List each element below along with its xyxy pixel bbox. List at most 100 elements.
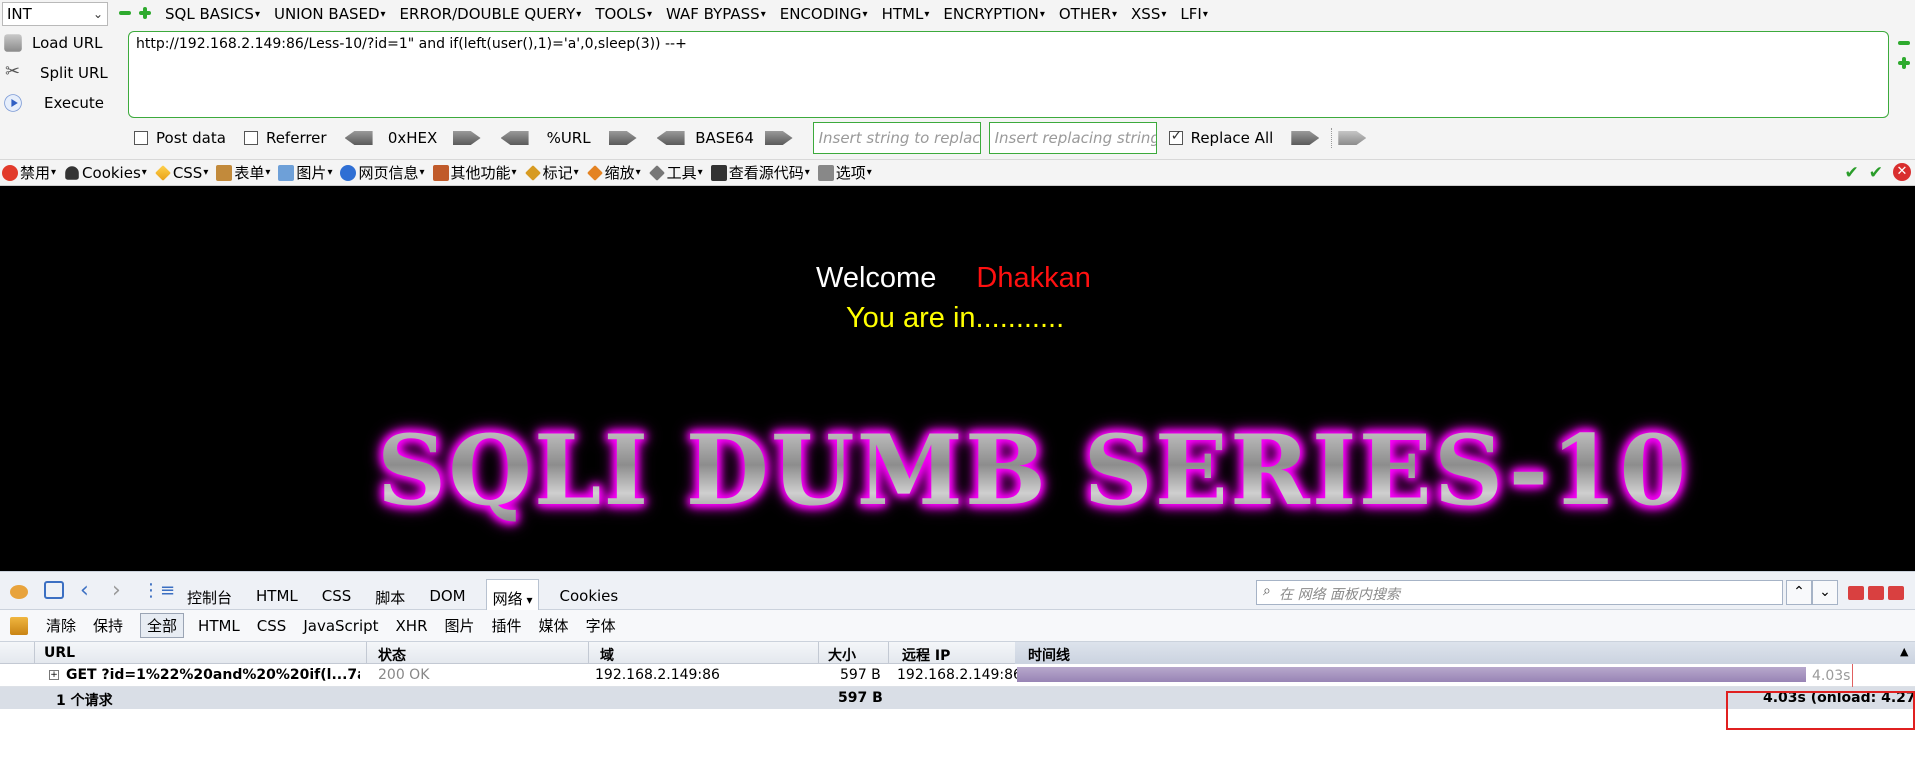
replace-all-checkbox[interactable]: [1168, 128, 1183, 145]
minus-icon[interactable]: [1897, 36, 1911, 50]
filter-xhr[interactable]: XHR: [396, 617, 428, 635]
url-textarea[interactable]: http://192.168.2.149:86/Less-10/?id=1" a…: [128, 31, 1889, 118]
wd-images-menu[interactable]: 图片: [278, 162, 332, 183]
wd-css-menu[interactable]: CSS: [154, 163, 209, 182]
col-url-header[interactable]: URL: [44, 645, 75, 661]
post-data-checkbox[interactable]: [134, 131, 148, 145]
filter-html[interactable]: HTML: [198, 617, 240, 635]
wd-forms-menu[interactable]: 表单: [216, 162, 270, 183]
filter-plugins[interactable]: 插件: [492, 615, 522, 636]
url-decode-arrow-icon[interactable]: [500, 131, 529, 145]
plus-icon[interactable]: [1897, 56, 1911, 70]
persist-button[interactable]: 保持: [93, 615, 123, 636]
menu-error-double-query[interactable]: ERROR/DOUBLE QUERY: [400, 5, 582, 23]
tools-icon: [648, 164, 665, 181]
wd-info-label: 网页信息: [358, 164, 419, 182]
hex-encode-arrow-icon[interactable]: [452, 131, 481, 145]
base64-encode-arrow-icon[interactable]: [764, 131, 793, 145]
load-url-button[interactable]: Load URL: [0, 28, 120, 58]
wd-resize-menu[interactable]: 缩放: [586, 162, 641, 183]
css-valid-check-icon[interactable]: ✔: [1845, 163, 1859, 183]
type-select[interactable]: INT ⌄: [2, 2, 108, 26]
wd-outline-menu[interactable]: 标记: [524, 162, 579, 183]
post-data-label: Post data: [156, 129, 226, 147]
expand-icon[interactable]: +: [49, 670, 59, 680]
wd-disable-menu[interactable]: 禁用: [2, 162, 56, 183]
table-row[interactable]: + GET ?id=1%22%20and%20%20if(l...7a( 200…: [0, 664, 1915, 687]
menu-waf-bypass[interactable]: WAF BYPASS: [666, 5, 766, 23]
replacing-string-input[interactable]: Insert replacing string: [988, 122, 1157, 154]
cookie-icon: [65, 165, 79, 180]
menu-html[interactable]: HTML: [882, 5, 930, 23]
minimize-icon[interactable]: [1848, 586, 1864, 600]
minus-icon[interactable]: [118, 6, 132, 20]
inspect-icon[interactable]: [44, 581, 64, 599]
close-icon[interactable]: [1888, 586, 1904, 600]
wd-view-source-menu[interactable]: 查看源代码: [710, 162, 810, 183]
menu-encryption[interactable]: ENCRYPTION: [943, 5, 1045, 23]
referrer-option[interactable]: Referrer: [243, 129, 327, 147]
wd-view-source-label: 查看源代码: [728, 164, 804, 182]
url-encode-arrow-icon[interactable]: [608, 131, 637, 145]
replace-string-input[interactable]: Insert string to replace: [812, 122, 981, 154]
filter-all[interactable]: 全部: [140, 613, 185, 638]
hex-label: 0xHEX: [387, 129, 438, 147]
wd-options-menu[interactable]: 选项: [817, 162, 872, 183]
replace-back-arrow-icon[interactable]: [1338, 131, 1367, 145]
error-close-icon[interactable]: ✕: [1893, 163, 1911, 181]
welcome-line: Welcome Dhakkan: [816, 262, 1091, 295]
wd-tools-menu[interactable]: 工具: [648, 162, 703, 183]
search-prev-button[interactable]: ⌃: [1786, 580, 1812, 605]
wd-css-label: CSS: [172, 163, 203, 182]
onload-marker: [1852, 664, 1853, 687]
replace-arrow-icon[interactable]: [1291, 131, 1320, 145]
detach-icon[interactable]: [1868, 586, 1884, 600]
xhr-icon[interactable]: [10, 616, 28, 635]
col-status-header[interactable]: 状态: [378, 645, 406, 665]
filter-fonts[interactable]: 字体: [586, 615, 616, 636]
col-domain-header[interactable]: 域: [600, 645, 614, 665]
col-size-header[interactable]: 大小: [828, 645, 856, 665]
menu-lfi[interactable]: LFI: [1180, 5, 1207, 23]
hackbar-zoom-controls: [118, 6, 152, 20]
menu-union-based[interactable]: UNION BASED: [274, 5, 386, 23]
post-data-option[interactable]: Post data: [134, 129, 226, 147]
wd-info-menu[interactable]: 网页信息: [340, 162, 424, 183]
back-arrow-icon[interactable]: ‹: [80, 578, 89, 603]
js-valid-check-icon[interactable]: ✔: [1869, 163, 1883, 183]
filter-css[interactable]: CSS: [257, 617, 287, 635]
command-line-icon[interactable]: ⋮≡: [142, 580, 175, 601]
menu-xss[interactable]: XSS: [1131, 5, 1166, 23]
filter-images[interactable]: 图片: [445, 615, 475, 636]
menu-sql-basics[interactable]: SQL BASICS: [165, 5, 260, 23]
menu-tools[interactable]: TOOLS: [595, 5, 652, 23]
referrer-checkbox[interactable]: [243, 131, 258, 145]
hex-decode-arrow-icon[interactable]: [344, 131, 373, 145]
request-url[interactable]: GET ?id=1%22%20and%20%20if(l...7a(: [66, 667, 360, 683]
col-timeline-header[interactable]: 时间线: [1028, 645, 1070, 665]
plus-icon[interactable]: [138, 6, 152, 20]
net-search-input[interactable]: ⌕ 在 网络 面板内搜索: [1256, 580, 1783, 605]
split-url-button[interactable]: Split URL: [0, 58, 120, 88]
url-encode-label: %URL: [546, 129, 591, 147]
column-menu-icon[interactable]: ▲: [1900, 645, 1908, 658]
col-remote-ip-header[interactable]: 远程 IP: [902, 645, 950, 665]
base64-decode-arrow-icon[interactable]: [656, 131, 685, 145]
forward-arrow-icon[interactable]: ›: [112, 578, 121, 603]
menu-encoding[interactable]: ENCODING: [780, 5, 868, 23]
execute-button[interactable]: Execute: [0, 88, 120, 118]
replace-all-option[interactable]: Replace All: [1168, 128, 1273, 147]
firebug-bug-icon[interactable]: [10, 585, 28, 599]
resize-icon: [586, 164, 603, 181]
clear-button[interactable]: 清除: [46, 615, 76, 636]
timeline-bar[interactable]: [1017, 667, 1806, 682]
css-icon: [154, 164, 171, 181]
filter-media[interactable]: 媒体: [539, 615, 569, 636]
search-next-button[interactable]: ⌄: [1812, 580, 1838, 605]
menu-other[interactable]: OTHER: [1059, 5, 1117, 23]
wd-cookies-menu[interactable]: Cookies: [64, 164, 147, 182]
filter-javascript[interactable]: JavaScript: [303, 617, 378, 635]
wd-misc-menu[interactable]: 其他功能: [432, 162, 517, 183]
web-developer-toolbar: 禁用 Cookies CSS 表单 图片 网页信息 其他功能 标记 缩放 工具 …: [0, 160, 1915, 186]
series-banner-logo: SQLI DUMB SERIES-10: [0, 414, 1915, 527]
